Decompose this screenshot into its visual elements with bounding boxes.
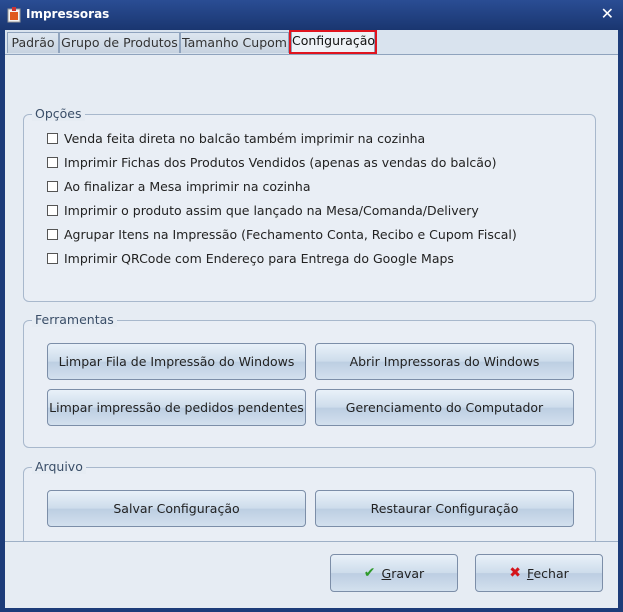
close-icon[interactable]: ✕ (601, 4, 614, 23)
checkbox[interactable] (47, 180, 58, 192)
gravar-label-rest: ravar (391, 565, 425, 581)
configuracao-page: Opções Venda feita direta no balcão tamb… (5, 54, 618, 549)
printer-icon (7, 7, 21, 23)
option-label: Imprimir QRCode com Endereço para Entreg… (64, 250, 454, 266)
footer-bar: ✔ Gravar ✖ Fechar (5, 541, 618, 608)
gravar-mnemonic: G (381, 565, 392, 581)
fechar-label: Fechar (527, 566, 569, 581)
checkbox[interactable] (47, 252, 58, 264)
tab-label: Padrão (11, 35, 55, 50)
checkbox[interactable] (47, 228, 58, 240)
checkbox[interactable] (47, 204, 58, 216)
restaurar-configuracao-button[interactable]: Restaurar Configuração (315, 490, 574, 527)
fechar-button[interactable]: ✖ Fechar (475, 554, 603, 592)
checkmark-icon: ✔ (363, 565, 376, 581)
ferramentas-group: Ferramentas Limpar Fila de Impressão do … (23, 312, 596, 448)
option-label: Agrupar Itens na Impressão (Fechamento C… (64, 226, 517, 242)
title-bar[interactable]: Impressoras ✕ (0, 0, 623, 30)
arquivo-legend: Arquivo (32, 459, 86, 474)
option-label: Ao finalizar a Mesa imprimir na cozinha (64, 178, 311, 194)
tab-configuracao[interactable]: Configuração (289, 30, 377, 55)
opcoes-legend: Opções (32, 106, 85, 121)
option-agrupar-itens[interactable]: Agrupar Itens na Impressão (Fechamento C… (47, 225, 517, 243)
ferramentas-legend: Ferramentas (32, 312, 117, 327)
option-imprimir-produto-lancado[interactable]: Imprimir o produto assim que lançado na … (47, 201, 479, 219)
tab-bar: Padrão Grupo de Produtos Tamanho Cupom C… (5, 30, 618, 55)
arquivo-group: Arquivo Salvar Configuração Restaurar Co… (23, 459, 596, 549)
tab-tamanho-cupom[interactable]: Tamanho Cupom (180, 32, 289, 53)
opcoes-group: Opções Venda feita direta no balcão tamb… (23, 106, 596, 302)
gravar-button[interactable]: ✔ Gravar (330, 554, 458, 592)
tab-highlight (289, 30, 377, 54)
option-qrcode-google-maps[interactable]: Imprimir QRCode com Endereço para Entreg… (47, 249, 454, 267)
option-label: Imprimir o produto assim que lançado na … (64, 202, 479, 218)
option-label: Imprimir Fichas dos Produtos Vendidos (a… (64, 154, 497, 170)
checkbox[interactable] (47, 132, 58, 144)
window-title: Impressoras (26, 7, 110, 21)
tab-grupo-de-produtos[interactable]: Grupo de Produtos (59, 32, 180, 53)
tab-label: Tamanho Cupom (182, 35, 287, 50)
limpar-pendentes-button[interactable]: Limpar impressão de pedidos pendentes (47, 389, 306, 426)
checkbox[interactable] (47, 156, 58, 168)
limpar-fila-button[interactable]: Limpar Fila de Impressão do Windows (47, 343, 306, 380)
option-finalizar-mesa[interactable]: Ao finalizar a Mesa imprimir na cozinha (47, 177, 311, 195)
gerenciamento-computador-button[interactable]: Gerenciamento do Computador (315, 389, 574, 426)
fechar-label-rest: echar (533, 565, 569, 581)
tab-label: Grupo de Produtos (61, 35, 178, 50)
gravar-label: Gravar (382, 566, 425, 581)
impressoras-window: Impressoras ✕ Padrão Grupo de Produtos T… (0, 0, 623, 612)
option-venda-balcao-cozinha[interactable]: Venda feita direta no balcão também impr… (47, 129, 425, 147)
tab-padrao[interactable]: Padrão (7, 32, 59, 53)
option-imprimir-fichas[interactable]: Imprimir Fichas dos Produtos Vendidos (a… (47, 153, 496, 171)
salvar-configuracao-button[interactable]: Salvar Configuração (47, 490, 306, 527)
abrir-impressoras-button[interactable]: Abrir Impressoras do Windows (315, 343, 574, 380)
x-icon: ✖ (509, 565, 521, 581)
option-label: Venda feita direta no balcão também impr… (64, 130, 426, 146)
dialog-body: Padrão Grupo de Produtos Tamanho Cupom C… (5, 30, 618, 608)
